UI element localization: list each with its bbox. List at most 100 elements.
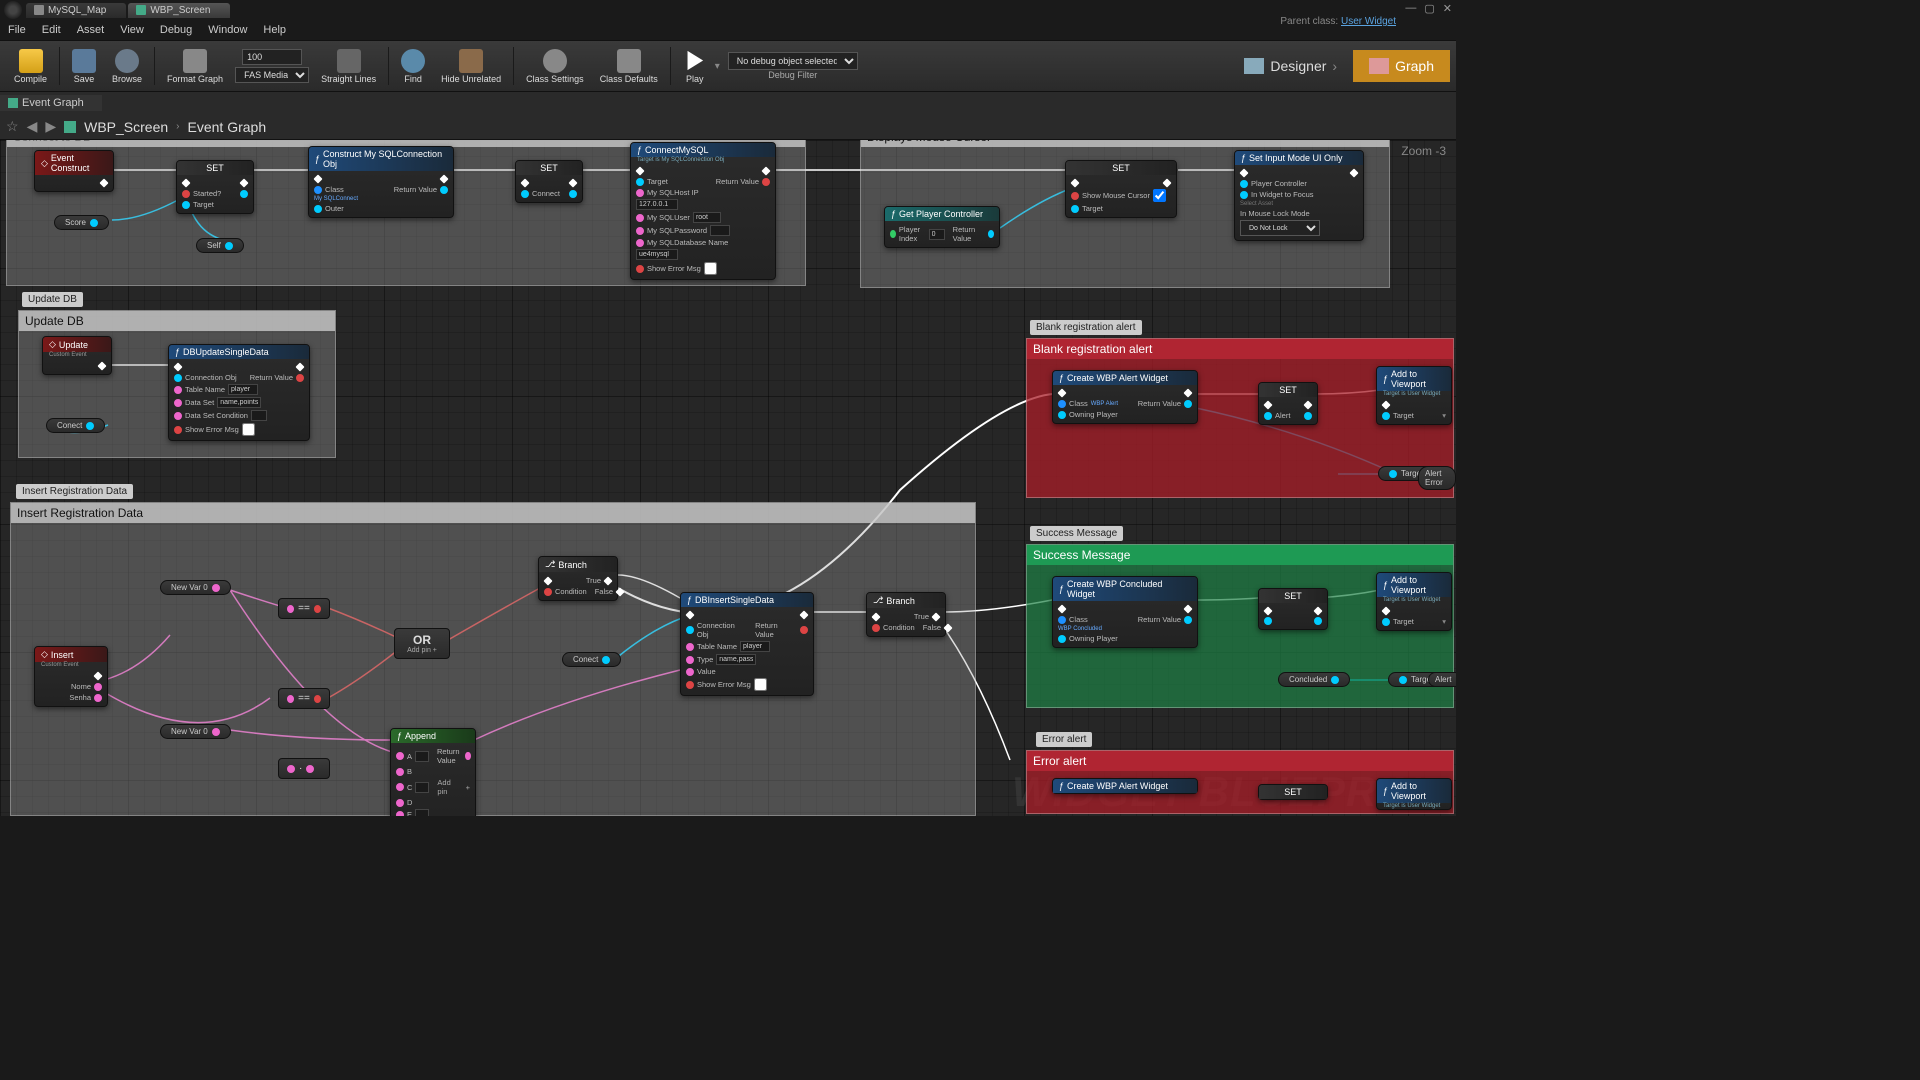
breadcrumb-root[interactable]: WBP_Screen [84, 119, 168, 135]
node-set-error[interactable]: SET [1258, 784, 1328, 800]
node-or[interactable]: OR Add pin + [394, 628, 450, 659]
find-button[interactable]: Find [393, 47, 433, 86]
class-defaults-button[interactable]: Class Defaults [592, 47, 666, 86]
input-host-ip[interactable] [636, 199, 678, 210]
input-user[interactable] [693, 212, 721, 223]
node-add-viewport-1[interactable]: ƒAdd to Viewport Target is User Widget T… [1376, 366, 1452, 425]
menu-edit[interactable]: Edit [42, 24, 61, 36]
fas-value-input[interactable] [242, 49, 302, 65]
breadcrumb-leaf[interactable]: Event Graph [188, 119, 267, 135]
checkbox-show-cursor[interactable] [1153, 189, 1166, 202]
designer-icon [1244, 58, 1264, 74]
fas-median-select[interactable]: FAS Median [235, 67, 309, 83]
graph-tab-event-graph[interactable]: Event Graph [0, 95, 102, 111]
input-type[interactable] [716, 654, 756, 665]
favorite-icon[interactable]: ☆ [6, 118, 19, 135]
input-table-2[interactable] [740, 641, 770, 652]
parent-class-link[interactable]: User Widget [1341, 16, 1396, 27]
label-error: Error alert [1036, 732, 1092, 747]
input-table-1[interactable] [228, 384, 258, 395]
node-create-alert-1[interactable]: ƒCreate WBP Alert Widget Class WBP Alert… [1052, 370, 1198, 424]
var-self[interactable]: Self [196, 238, 244, 253]
nav-forward-icon[interactable]: ▶ [45, 118, 56, 135]
menu-file[interactable]: File [8, 24, 26, 36]
tab-label: WBP_Screen [150, 5, 210, 16]
hide-unrelated-button[interactable]: Hide Unrelated [433, 47, 509, 86]
label-success: Success Message [1030, 526, 1123, 541]
browse-button[interactable]: Browse [104, 47, 150, 86]
breadcrumb-bar: ☆ ◀ ▶ WBP_Screen › Event Graph [0, 114, 1456, 140]
titlebar: MySQL_Map WBP_Screen Parent class: User … [0, 0, 1456, 20]
node-connect-mysql[interactable]: ƒConnectMySQL Target is My SQLConnection… [630, 142, 776, 280]
input-a[interactable] [415, 751, 429, 762]
comment-title: Insert Registration Data [17, 506, 143, 520]
input-condition[interactable] [251, 410, 267, 421]
var-newvar0-1[interactable]: New Var 0 [160, 580, 231, 595]
node-set-alert[interactable]: SET Alert [1258, 382, 1318, 425]
menu-view[interactable]: View [120, 24, 144, 36]
maximize-icon[interactable]: ▢ [1424, 2, 1434, 15]
menu-help[interactable]: Help [263, 24, 286, 36]
var-score[interactable]: Score [54, 215, 109, 230]
node-branch-2[interactable]: ⎇Branch True ConditionFalse [866, 592, 946, 637]
nav-back-icon[interactable]: ◀ [27, 118, 38, 135]
menu-debug[interactable]: Debug [160, 24, 192, 36]
checkbox-err-1[interactable] [242, 423, 255, 436]
node-branch-1[interactable]: ⎇Branch True ConditionFalse [538, 556, 618, 601]
compile-button[interactable]: Compile [6, 47, 55, 86]
input-dataset[interactable] [217, 397, 261, 408]
var-conect-2[interactable]: Conect [562, 652, 621, 667]
class-settings-button[interactable]: Class Settings [518, 47, 592, 86]
node-create-alert-2[interactable]: ƒCreate WBP Alert Widget [1052, 778, 1198, 794]
node-event-construct[interactable]: ◇Event Construct [34, 150, 114, 192]
var-alert-2[interactable]: Alert [1428, 672, 1456, 687]
input-password[interactable] [710, 225, 730, 236]
input-c[interactable] [415, 782, 429, 793]
node-update-event[interactable]: ◇Update Custom Event [42, 336, 112, 375]
node-append[interactable]: ƒAppend A Return Value B C Add pin + D E [390, 728, 476, 816]
select-lock-mode[interactable]: Do Not Lock [1240, 220, 1320, 236]
checkbox-show-error[interactable] [704, 262, 717, 275]
input-e[interactable] [415, 809, 429, 816]
node-set-success[interactable]: SET [1258, 588, 1328, 630]
straight-lines-button[interactable]: Straight Lines [313, 47, 384, 86]
minimize-icon[interactable]: — [1405, 2, 1416, 15]
node-eq-2[interactable]: == [278, 688, 330, 709]
node-dot[interactable]: · [278, 758, 330, 779]
node-add-viewport-3[interactable]: ƒAdd to Viewport Target is User Widget [1376, 778, 1452, 810]
var-alert-error[interactable]: Alert Error [1418, 466, 1456, 490]
input-dbname[interactable] [636, 249, 678, 260]
graph-icon [1369, 58, 1389, 74]
node-set-cursor[interactable]: SET Show Mouse Cursor Target [1065, 160, 1177, 218]
graph-viewport[interactable]: Zoom -3 WIDGET BLUEPRINT [0, 140, 1456, 816]
tab-wbp-screen[interactable]: WBP_Screen [128, 3, 230, 18]
designer-mode-button[interactable]: Designer › [1228, 50, 1353, 82]
node-insert-event[interactable]: ◇Insert Custom Event Nome Senha [34, 646, 108, 707]
menu-window[interactable]: Window [208, 24, 247, 36]
debug-object-select[interactable]: No debug object selected [728, 52, 858, 70]
format-graph-button[interactable]: Format Graph [159, 47, 231, 86]
node-get-player-controller[interactable]: ƒGet Player Controller Player Index Retu… [884, 206, 1000, 248]
var-newvar0-2[interactable]: New Var 0 [160, 724, 231, 739]
save-button[interactable]: Save [64, 47, 104, 86]
input-player-index[interactable] [929, 229, 945, 240]
node-db-insert[interactable]: ƒDBInsertSingleData Connection ObjReturn… [680, 592, 814, 696]
tab-mysql-map[interactable]: MySQL_Map [26, 3, 126, 18]
node-create-concluded[interactable]: ƒCreate WBP Concluded Widget ClassReturn… [1052, 576, 1198, 648]
var-conect-1[interactable]: Conect [46, 418, 105, 433]
node-set-2[interactable]: SET Connect [515, 160, 583, 203]
play-dropdown-icon[interactable]: ▾ [715, 61, 720, 72]
var-concluded[interactable]: Concluded [1278, 672, 1350, 687]
close-icon[interactable]: ✕ [1443, 2, 1452, 15]
node-eq-1[interactable]: == [278, 598, 330, 619]
node-add-viewport-2[interactable]: ƒAdd to Viewport Target is User Widget T… [1376, 572, 1452, 631]
node-db-update[interactable]: ƒDBUpdateSingleData Connection ObjReturn… [168, 344, 310, 441]
checkbox-err-2[interactable] [754, 678, 767, 691]
node-set-input-mode[interactable]: ƒSet Input Mode UI Only Player Controlle… [1234, 150, 1364, 241]
comment-insert-reg[interactable]: Insert Registration Data [10, 502, 976, 816]
play-button[interactable]: Play [675, 47, 715, 86]
node-construct-sql[interactable]: ƒConstruct My SQLConnection Obj ClassRet… [308, 146, 454, 218]
graph-mode-button[interactable]: Graph [1353, 50, 1450, 82]
menu-asset[interactable]: Asset [77, 24, 105, 36]
node-set-1[interactable]: SET Started? Target [176, 160, 254, 214]
